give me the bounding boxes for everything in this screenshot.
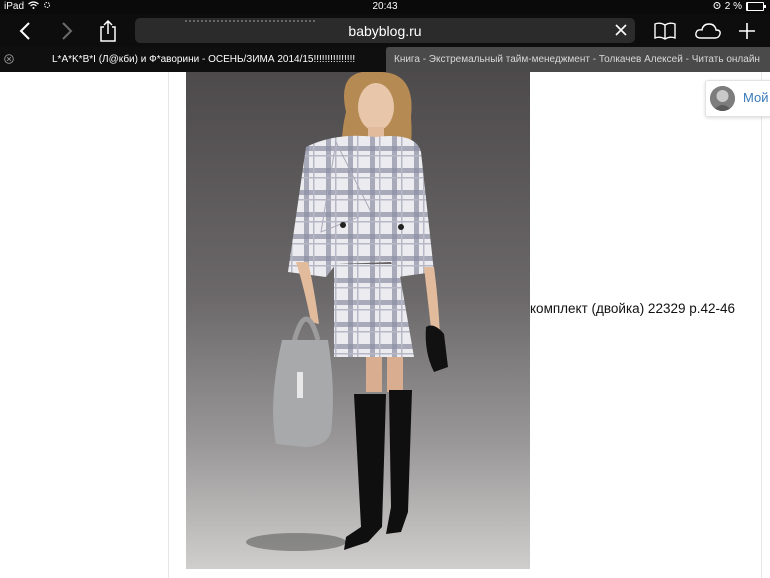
back-icon[interactable] [12,18,38,44]
share-icon[interactable] [95,18,121,44]
battery-fill [747,3,748,10]
clear-icon[interactable] [613,22,629,38]
product-caption: комплект (двойка) 22329 р.42-46 [530,301,736,316]
fashion-model-illustration [246,72,448,551]
new-tab-icon[interactable] [734,18,760,44]
clock: 20:43 [372,1,398,12]
address-bar[interactable]: babyblog.ru [135,18,635,43]
tab-title: L*A*K*B*I (Л@кби) и Ф*аворини - ОСЕНЬ/ЗИ… [52,54,356,65]
tab-bar: L*A*K*B*I (Л@кби) и Ф*аворини - ОСЕНЬ/ЗИ… [0,47,770,72]
profile-link[interactable]: Мой [743,90,768,105]
web-page: комплект (двойка) 22329 р.42-46 Мой [0,72,770,578]
status-bar: iPad 20:43 2 % [0,0,770,14]
forward-icon[interactable] [54,18,80,44]
tab-title: Книга - Экстремальный тайм-менеджмент - … [394,54,760,65]
bookmarks-icon[interactable] [652,18,678,44]
product-photo[interactable] [186,72,530,569]
close-tab-icon[interactable] [4,54,14,64]
avatar [710,86,735,111]
browser-toolbar: babyblog.ru [0,14,770,47]
battery-icon [746,2,766,11]
my-profile-widget[interactable]: Мой [705,80,770,117]
tab-inactive[interactable]: Книга - Экстремальный тайм-менеджмент - … [386,47,770,72]
url-text: babyblog.ru [348,22,422,39]
alarm-icon [713,1,721,12]
loading-indicator [185,20,315,24]
tab-active[interactable]: L*A*K*B*I (Л@кби) и Ф*аворини - ОСЕНЬ/ЗИ… [0,47,386,72]
battery-percent: 2 % [724,1,742,12]
icloud-tabs-icon[interactable] [693,18,723,44]
